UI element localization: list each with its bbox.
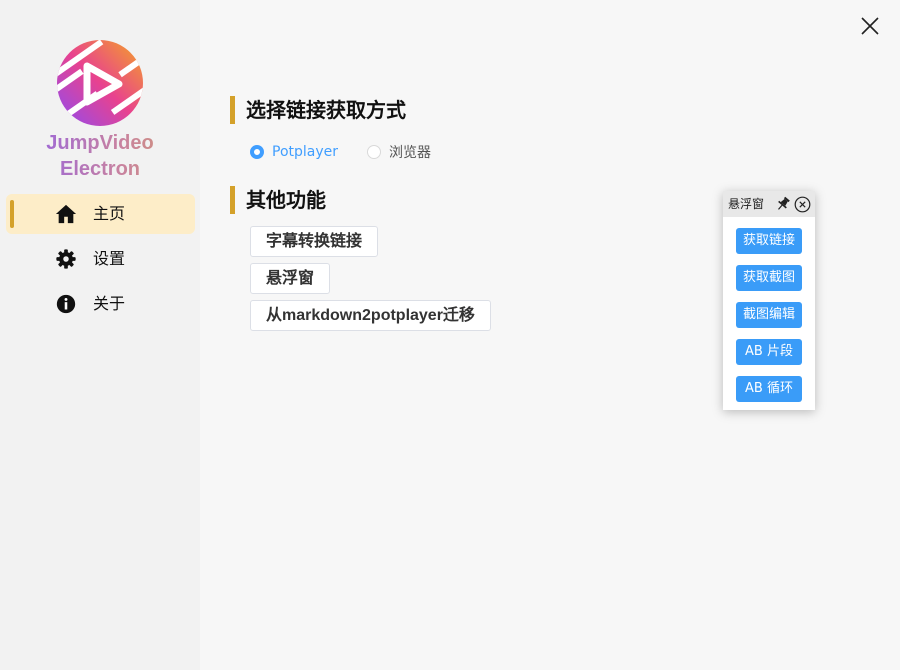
floating-window-header[interactable]: 悬浮窗 bbox=[723, 191, 815, 217]
sidebar-item-settings[interactable]: 设置 bbox=[6, 239, 195, 279]
app-name-line2: Electron bbox=[59, 158, 141, 180]
sidebar-item-label: 主页 bbox=[93, 204, 126, 223]
ab-loop-button[interactable]: AB 循环 bbox=[736, 376, 802, 402]
close-icon[interactable] bbox=[858, 14, 882, 38]
sidebar-item-label: 设置 bbox=[93, 249, 126, 268]
floating-window-title: 悬浮窗 bbox=[728, 197, 765, 211]
link-method-title: 选择链接获取方式 bbox=[230, 95, 406, 125]
migrate-markdown2potplayer-button[interactable]: 从markdown2potplayer迁移 bbox=[250, 300, 491, 331]
radio-label: 浏览器 bbox=[389, 145, 431, 161]
radio-circle bbox=[250, 145, 264, 159]
subtitle-convert-link-button[interactable]: 字幕转换链接 bbox=[250, 226, 379, 257]
info-icon bbox=[56, 294, 76, 314]
radio-potplayer[interactable]: Potplayer bbox=[250, 142, 338, 162]
app-logo bbox=[57, 40, 143, 126]
sidebar-nav: 主页 设置 关于 bbox=[6, 194, 195, 329]
pin-icon[interactable] bbox=[775, 196, 791, 212]
get-screenshot-button[interactable]: 获取截图 bbox=[736, 265, 802, 291]
sidebar-item-home[interactable]: 主页 bbox=[6, 194, 195, 234]
floating-window-button[interactable]: 悬浮窗 bbox=[250, 263, 331, 294]
app-name-line1: JumpVideo bbox=[46, 132, 154, 154]
get-link-button[interactable]: 获取链接 bbox=[736, 228, 802, 254]
close-circle-icon[interactable] bbox=[794, 196, 811, 213]
home-icon bbox=[55, 204, 77, 224]
floating-window: 悬浮窗 获取链接 获取截图 截图编辑 AB 片段 AB 循环 bbox=[723, 191, 815, 410]
app-name: JumpVideo Electron bbox=[0, 130, 200, 182]
radio-browser[interactable]: 浏览器 bbox=[367, 142, 431, 162]
sidebar-item-label: 关于 bbox=[93, 294, 126, 313]
radio-label: Potplayer bbox=[272, 144, 339, 160]
sidebar-item-about[interactable]: 关于 bbox=[6, 284, 195, 324]
edit-screenshot-button[interactable]: 截图编辑 bbox=[736, 302, 802, 328]
other-features-title: 其他功能 bbox=[230, 185, 326, 215]
radio-circle bbox=[367, 145, 381, 159]
sidebar: JumpVideo Electron 主页 设置 关于 bbox=[0, 0, 200, 670]
ab-segment-button[interactable]: AB 片段 bbox=[736, 339, 802, 365]
gear-icon bbox=[56, 249, 76, 269]
